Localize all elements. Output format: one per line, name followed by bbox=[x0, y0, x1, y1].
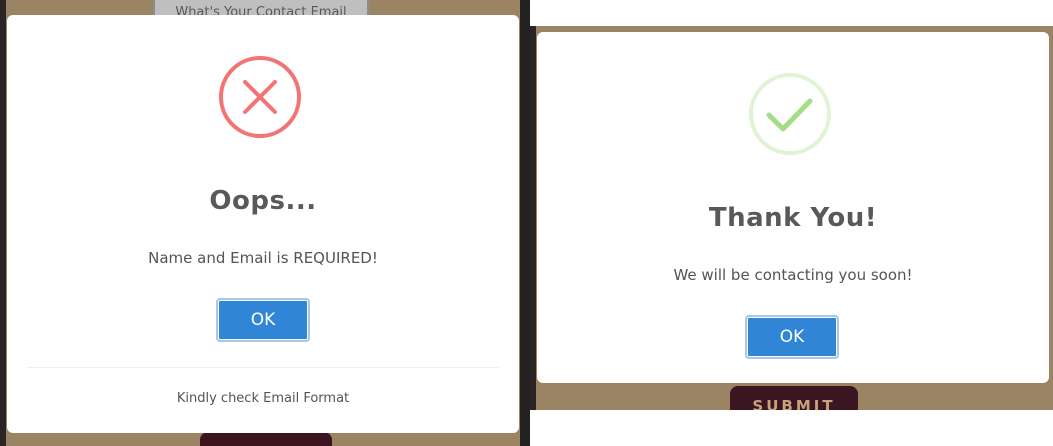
background-edge bbox=[530, 26, 536, 410]
error-x-icon bbox=[219, 56, 301, 138]
ok-button[interactable]: OK bbox=[216, 298, 310, 342]
background-submit-button bbox=[200, 432, 332, 446]
ok-button[interactable]: OK bbox=[745, 315, 839, 359]
dialog-message: Name and Email is REQUIRED! bbox=[148, 249, 378, 267]
error-dialog: Oops... Name and Email is REQUIRED! OK K… bbox=[7, 15, 519, 433]
dialog-title: Oops... bbox=[209, 186, 317, 216]
dialog-divider bbox=[27, 367, 499, 368]
panel-separator bbox=[520, 0, 530, 446]
page-bottom bbox=[530, 410, 1053, 446]
dialog-message: We will be contacting you soon! bbox=[673, 266, 913, 284]
success-dialog: Thank You! We will be contacting you soo… bbox=[537, 32, 1049, 383]
success-check-icon bbox=[749, 73, 831, 155]
dialog-title: Thank You! bbox=[708, 203, 878, 233]
background-edge bbox=[0, 0, 6, 446]
left-screen: What's Your Contact Email Oops... Name a… bbox=[0, 0, 522, 446]
dialog-footer: Kindly check Email Format bbox=[176, 391, 350, 406]
